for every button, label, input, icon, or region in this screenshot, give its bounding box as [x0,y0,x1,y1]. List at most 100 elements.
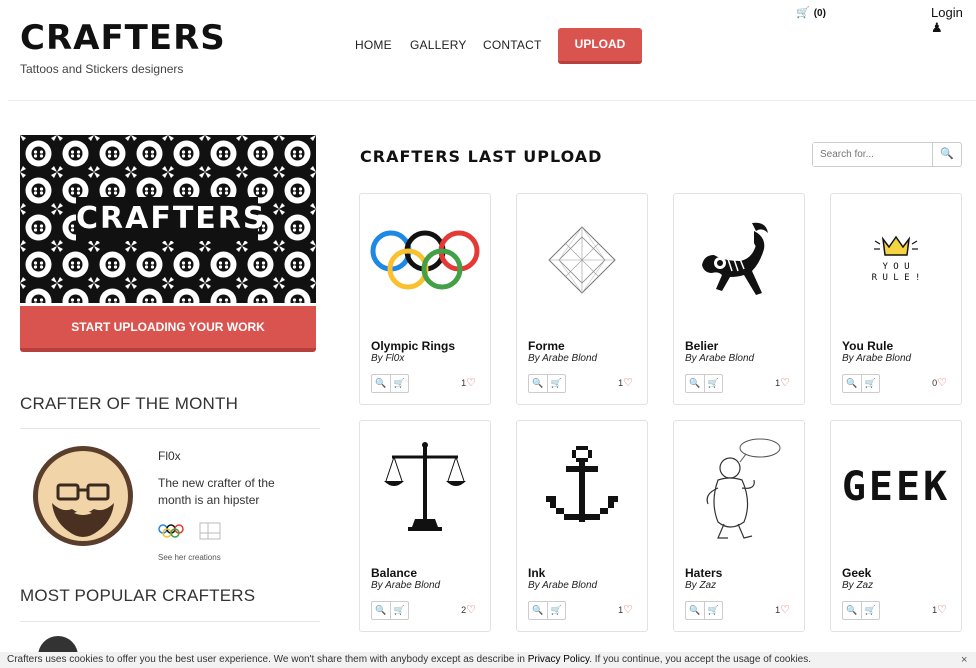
cookie-text-end: . If you continue, you accept the usage … [589,654,812,665]
card-author[interactable]: By Zaz [842,580,873,591]
crafter-name[interactable]: Fl0x [158,449,181,463]
cart-icon: 🛒 [796,7,810,19]
zoom-icon[interactable]: 🔍 [529,375,547,392]
heart-icon: ♡ [466,604,476,616]
most-popular-heading: MOST POPULAR CRAFTERS [20,586,256,605]
cart-add-icon[interactable]: 🛒 [390,375,408,392]
heart-icon: ♡ [780,604,790,616]
card-thumbnail[interactable] [675,422,803,552]
search-input[interactable] [813,143,933,166]
cart-add-icon[interactable]: 🛒 [547,602,565,619]
balance-scale-icon [384,442,466,531]
geometric-diamond-icon [548,226,616,294]
like-count[interactable]: 1♡ [618,603,633,616]
site-logo[interactable]: CRAFTERS [20,18,226,58]
design-card[interactable]: Belier By Arabe Blond 🔍 🛒 1♡ [673,193,805,405]
card-thumbnail[interactable]: Y O U R U L E ! [832,195,960,325]
see-creations-link[interactable]: See her creations [158,553,221,562]
design-card[interactable]: Haters By Zaz 🔍 🛒 1♡ [673,420,805,632]
nav-contact[interactable]: CONTACT [483,38,542,52]
card-title[interactable]: Ink [528,566,545,580]
cookie-text: Crafters uses cookies to offer you the b… [7,654,528,665]
card-author[interactable]: By Arabe Blond [528,353,597,364]
card-author[interactable]: By Arabe Blond [528,580,597,591]
cart-add-icon[interactable]: 🛒 [704,602,722,619]
card-actions: 🔍 🛒 [685,601,723,620]
you-rule-crown-icon: Y O U R U L E ! [872,235,920,283]
login-label: Login [931,5,963,20]
haters-character-icon [706,438,781,539]
nav-home[interactable]: HOME [355,38,392,52]
zoom-icon[interactable]: 🔍 [843,602,861,619]
card-author[interactable]: By Zaz [685,580,716,591]
design-card[interactable]: Balance By Arabe Blond 🔍 🛒 2♡ [359,420,491,632]
header-divider [8,100,976,101]
you-rule-text: Y O U [882,262,909,272]
zoom-icon[interactable]: 🔍 [686,375,704,392]
zoom-icon[interactable]: 🔍 [529,602,547,619]
cart-add-icon[interactable]: 🛒 [861,602,879,619]
cart-link[interactable]: 🛒 (0) [796,6,826,19]
card-title[interactable]: Forme [528,339,565,353]
cart-add-icon[interactable]: 🛒 [547,375,565,392]
like-count[interactable]: 2♡ [461,603,476,616]
card-thumbnail[interactable]: GEEK [832,422,960,552]
crafter-thumbnails [158,522,230,547]
card-author[interactable]: By Arabe Blond [685,353,754,364]
design-card[interactable]: Forme By Arabe Blond 🔍 🛒 1♡ [516,193,648,405]
zoom-icon[interactable]: 🔍 [686,602,704,619]
design-card[interactable]: Y O U R U L E ! You Rule By Arabe Blond … [830,193,962,405]
card-author[interactable]: By Fl0x [371,353,404,364]
section-divider [20,428,320,429]
card-actions: 🔍 🛒 [685,374,723,393]
search-icon: 🔍 [940,148,954,160]
card-thumbnail[interactable] [518,195,646,325]
like-count[interactable]: 1♡ [775,603,790,616]
card-author[interactable]: By Arabe Blond [371,580,440,591]
nav-gallery[interactable]: GALLERY [410,38,467,52]
card-thumbnail[interactable] [518,422,646,552]
close-icon[interactable]: × [961,652,967,668]
privacy-policy-link[interactable]: Privacy Policy [528,654,590,665]
zoom-icon[interactable]: 🔍 [372,602,390,619]
like-count[interactable]: 1♡ [461,376,476,389]
cart-add-icon[interactable]: 🛒 [861,375,879,392]
zoom-icon[interactable]: 🔍 [372,375,390,392]
heart-icon: ♡ [780,377,790,389]
search-button[interactable]: 🔍 [933,143,961,166]
last-upload-heading: CRAFTERS LAST UPLOAD [360,147,603,166]
crafter-work-thumbnails [158,522,221,540]
card-actions: 🔍 🛒 [842,601,880,620]
card-title[interactable]: Geek [842,566,871,580]
like-count[interactable]: 1♡ [775,376,790,389]
like-count[interactable]: 1♡ [932,603,947,616]
design-card[interactable]: Olympic Rings By Fl0x 🔍 🛒 1♡ [359,193,491,405]
upload-button[interactable]: UPLOAD [558,28,642,64]
crafter-description: The new crafter of the month is an hipst… [158,476,275,507]
ram-icon [702,222,768,295]
cookie-banner: Crafters uses cookies to offer you the b… [0,652,976,668]
heart-icon: ♡ [623,604,633,616]
start-uploading-button[interactable]: START UPLOADING YOUR WORK [20,306,316,352]
search-box: 🔍 [812,142,962,167]
card-title[interactable]: Balance [371,566,417,580]
card-author[interactable]: By Arabe Blond [842,353,911,364]
login-link[interactable]: Login ♟ [931,5,976,36]
zoom-icon[interactable]: 🔍 [843,375,861,392]
card-title[interactable]: Olympic Rings [371,339,455,353]
card-actions: 🔍 🛒 [371,601,409,620]
card-title[interactable]: Belier [685,339,718,353]
crafters-banner: CRAFTERS [20,135,316,303]
card-title[interactable]: You Rule [842,339,893,353]
like-count[interactable]: 0♡ [932,376,947,389]
card-thumbnail[interactable] [361,195,489,325]
crafter-avatar[interactable] [33,446,133,546]
design-card[interactable]: GEEK Geek By Zaz 🔍 🛒 1♡ [830,420,962,632]
design-card[interactable]: Ink By Arabe Blond 🔍 🛒 1♡ [516,420,648,632]
card-title[interactable]: Haters [685,566,722,580]
cart-add-icon[interactable]: 🛒 [390,602,408,619]
card-thumbnail[interactable] [361,422,489,552]
card-thumbnail[interactable] [675,195,803,325]
like-count[interactable]: 1♡ [618,376,633,389]
cart-add-icon[interactable]: 🛒 [704,375,722,392]
